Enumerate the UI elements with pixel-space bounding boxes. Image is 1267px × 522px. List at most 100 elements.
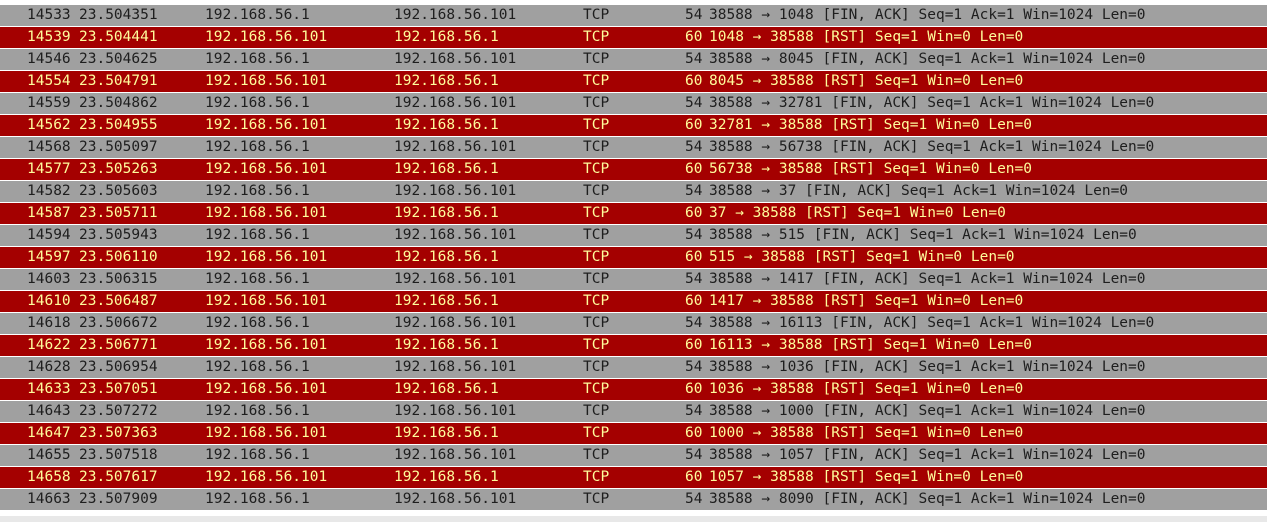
packet-number: 14577 bbox=[27, 161, 71, 177]
packet-time: 23.504351 bbox=[79, 7, 158, 23]
packet-row[interactable]: 14622 23.506771 192.168.56.101 192.168.56.1… bbox=[0, 335, 1267, 356]
packet-length: 54 bbox=[685, 139, 703, 155]
packet-length: 54 bbox=[685, 403, 703, 419]
packet-time: 23.504791 bbox=[79, 73, 158, 89]
packet-time: 23.507272 bbox=[79, 403, 158, 419]
packet-length: 60 bbox=[685, 161, 703, 177]
packet-row[interactable]: 14643 23.507272 192.168.56.1 192.168.56.101… bbox=[0, 401, 1267, 422]
packet-protocol: TCP bbox=[583, 337, 610, 353]
packet-row[interactable]: 14647 23.507363 192.168.56.101 192.168.56.1… bbox=[0, 423, 1267, 444]
packet-protocol: TCP bbox=[583, 161, 610, 177]
packet-length: 54 bbox=[685, 271, 703, 287]
packet-time: 23.504625 bbox=[79, 51, 158, 67]
packet-number: 14568 bbox=[27, 139, 71, 155]
packet-source: 192.168.56.1 bbox=[205, 183, 310, 199]
packet-row[interactable]: 14594 23.505943 192.168.56.1 192.168.56.101… bbox=[0, 225, 1267, 246]
packet-length: 54 bbox=[685, 359, 703, 375]
packet-time: 23.507909 bbox=[79, 491, 158, 507]
packet-source: 192.168.56.101 bbox=[205, 293, 328, 309]
packet-row[interactable]: 14633 23.507051 192.168.56.101 192.168.56.1… bbox=[0, 379, 1267, 400]
packet-length: 60 bbox=[685, 205, 703, 221]
packet-row[interactable]: 14658 23.507617 192.168.56.101 192.168.56.1… bbox=[0, 467, 1267, 488]
packet-row[interactable]: 14577 23.505263 192.168.56.101 192.168.56.1… bbox=[0, 159, 1267, 180]
packet-row[interactable]: 14603 23.506315 192.168.56.1 192.168.56.101… bbox=[0, 269, 1267, 290]
packet-time: 23.505943 bbox=[79, 227, 158, 243]
packet-row[interactable]: 14539 23.504441 192.168.56.101 192.168.56.1… bbox=[0, 27, 1267, 48]
packet-length: 60 bbox=[685, 249, 703, 265]
packet-protocol: TCP bbox=[583, 249, 610, 265]
packet-length: 54 bbox=[685, 447, 703, 463]
packet-source: 192.168.56.1 bbox=[205, 95, 310, 111]
packet-length: 60 bbox=[685, 117, 703, 133]
packet-row[interactable]: 14554 23.504791 192.168.56.101 192.168.56.1… bbox=[0, 71, 1267, 92]
packet-source: 192.168.56.101 bbox=[205, 337, 328, 353]
packet-row[interactable]: 14546 23.504625 192.168.56.1 192.168.56.101… bbox=[0, 49, 1267, 70]
packet-source: 192.168.56.1 bbox=[205, 447, 310, 463]
packet-row[interactable]: 14559 23.504862 192.168.56.1 192.168.56.101… bbox=[0, 93, 1267, 114]
packet-length: 60 bbox=[685, 337, 703, 353]
packet-row[interactable]: 14597 23.506110 192.168.56.101 192.168.56.1… bbox=[0, 247, 1267, 268]
packet-source: 192.168.56.1 bbox=[205, 139, 310, 155]
packet-source: 192.168.56.1 bbox=[205, 491, 310, 507]
packet-destination: 192.168.56.1 bbox=[394, 161, 499, 177]
packet-protocol: TCP bbox=[583, 205, 610, 221]
packet-row[interactable]: 14655 23.507518 192.168.56.1 192.168.56.101… bbox=[0, 445, 1267, 466]
packet-info: 38588 → 1417 [FIN, ACK] Seq=1 Ack=1 Win=… bbox=[709, 271, 1146, 287]
packet-row[interactable]: 14562 23.504955 192.168.56.101 192.168.56.1… bbox=[0, 115, 1267, 136]
packet-time: 23.506771 bbox=[79, 337, 158, 353]
packet-info: 1000 → 38588 [RST] Seq=1 Win=0 Len=0 bbox=[709, 425, 1024, 441]
packet-row[interactable]: 14582 23.505603 192.168.56.1 192.168.56.101… bbox=[0, 181, 1267, 202]
packet-row[interactable]: 14533 23.504351 192.168.56.1 192.168.56.101… bbox=[0, 5, 1267, 26]
packet-source: 192.168.56.1 bbox=[205, 271, 310, 287]
packet-row[interactable]: 14568 23.505097 192.168.56.1 192.168.56.101… bbox=[0, 137, 1267, 158]
packet-protocol: TCP bbox=[583, 469, 610, 485]
packet-protocol: TCP bbox=[583, 491, 610, 507]
packet-time: 23.505603 bbox=[79, 183, 158, 199]
packet-time: 23.506672 bbox=[79, 315, 158, 331]
packet-destination: 192.168.56.1 bbox=[394, 249, 499, 265]
packet-number: 14658 bbox=[27, 469, 71, 485]
packet-source: 192.168.56.1 bbox=[205, 7, 310, 23]
packet-length: 60 bbox=[685, 29, 703, 45]
packet-protocol: TCP bbox=[583, 359, 610, 375]
packet-protocol: TCP bbox=[583, 73, 610, 89]
packet-number: 14546 bbox=[27, 51, 71, 67]
packet-source: 192.168.56.1 bbox=[205, 359, 310, 375]
packet-destination: 192.168.56.101 bbox=[394, 227, 517, 243]
packet-source: 192.168.56.101 bbox=[205, 425, 328, 441]
packet-destination: 192.168.56.1 bbox=[394, 381, 499, 397]
packet-source: 192.168.56.101 bbox=[205, 161, 328, 177]
packet-row[interactable]: 14610 23.506487 192.168.56.101 192.168.56.1… bbox=[0, 291, 1267, 312]
packet-time: 23.506110 bbox=[79, 249, 158, 265]
packet-row[interactable]: 14587 23.505711 192.168.56.101 192.168.56.1… bbox=[0, 203, 1267, 224]
packet-list[interactable]: 14533 23.504351 192.168.56.1 192.168.56.101… bbox=[0, 0, 1267, 522]
packet-length: 54 bbox=[685, 7, 703, 23]
packet-info: 38588 → 37 [FIN, ACK] Seq=1 Ack=1 Win=10… bbox=[709, 183, 1129, 199]
packet-number: 14628 bbox=[27, 359, 71, 375]
packet-info: 16113 → 38588 [RST] Seq=1 Win=0 Len=0 bbox=[709, 337, 1033, 353]
packet-time: 23.507518 bbox=[79, 447, 158, 463]
packet-protocol: TCP bbox=[583, 271, 610, 287]
packet-destination: 192.168.56.101 bbox=[394, 271, 517, 287]
packet-destination: 192.168.56.101 bbox=[394, 359, 517, 375]
packet-length: 60 bbox=[685, 425, 703, 441]
packet-time: 23.506487 bbox=[79, 293, 158, 309]
packet-info: 38588 → 32781 [FIN, ACK] Seq=1 Ack=1 Win… bbox=[709, 95, 1155, 111]
packet-destination: 192.168.56.101 bbox=[394, 403, 517, 419]
packet-protocol: TCP bbox=[583, 381, 610, 397]
packet-row[interactable]: 14628 23.506954 192.168.56.1 192.168.56.101… bbox=[0, 357, 1267, 378]
packet-info: 38588 → 16113 [FIN, ACK] Seq=1 Ack=1 Win… bbox=[709, 315, 1155, 331]
packet-row[interactable]: 14663 23.507909 192.168.56.1 192.168.56.101… bbox=[0, 489, 1267, 510]
packet-row[interactable]: 14618 23.506672 192.168.56.1 192.168.56.101… bbox=[0, 313, 1267, 334]
horizontal-scrollbar[interactable] bbox=[0, 516, 1267, 522]
packet-protocol: TCP bbox=[583, 227, 610, 243]
packet-protocol: TCP bbox=[583, 293, 610, 309]
packet-length: 54 bbox=[685, 51, 703, 67]
packet-number: 14597 bbox=[27, 249, 71, 265]
packet-source: 192.168.56.101 bbox=[205, 73, 328, 89]
packet-protocol: TCP bbox=[583, 95, 610, 111]
packet-source: 192.168.56.101 bbox=[205, 117, 328, 133]
packet-number: 14633 bbox=[27, 381, 71, 397]
packet-number: 14587 bbox=[27, 205, 71, 221]
packet-number: 14663 bbox=[27, 491, 71, 507]
